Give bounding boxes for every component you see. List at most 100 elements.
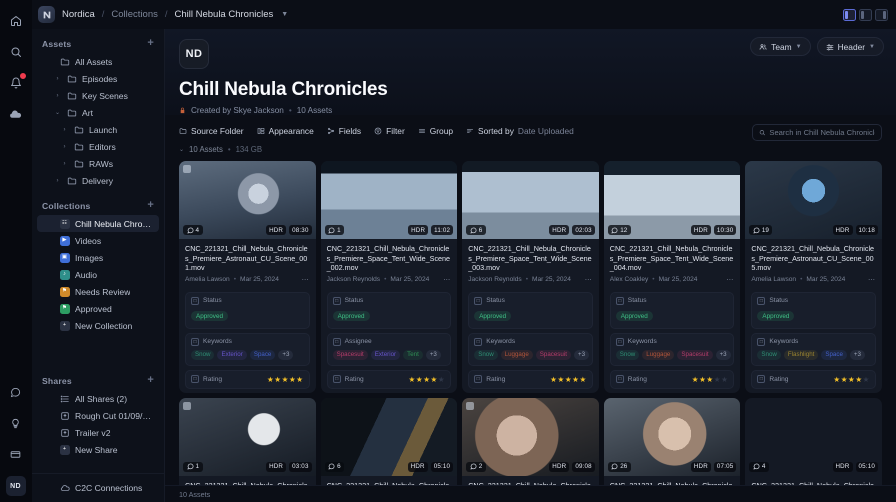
rating-stars[interactable]: ★★★★★ <box>692 375 729 384</box>
sidebar-item-raws[interactable]: › RAWs <box>37 155 159 172</box>
add-asset-button[interactable]: + <box>145 38 156 49</box>
asset-thumbnail[interactable]: 2 HDR 09:08 <box>462 397 599 476</box>
sidebar-item-c2c-connections[interactable]: C2C Connections <box>37 479 159 496</box>
tag-chip[interactable]: Snow <box>757 349 781 360</box>
tag-overflow-chip[interactable]: +3 <box>425 349 441 360</box>
tag-chip[interactable]: Snow <box>191 349 215 360</box>
tag-overflow-chip[interactable]: +3 <box>849 349 865 360</box>
sort-button[interactable]: Sorted by Date Uploaded <box>466 126 574 136</box>
asset-thumbnail[interactable]: 4 HDR 05:10 <box>745 398 882 476</box>
sidebar-item-approved[interactable]: ⚑ Approved <box>37 300 159 317</box>
tag-chip[interactable]: Space <box>821 349 847 360</box>
search-box[interactable] <box>752 124 882 141</box>
header-button[interactable]: Header ▼ <box>816 37 884 56</box>
tag-overflow-chip[interactable]: +3 <box>278 349 294 360</box>
chevron-down-icon[interactable]: ▼ <box>281 11 288 18</box>
add-collection-button[interactable]: + <box>145 200 156 211</box>
asset-card[interactable]: 4 HDR 05:10 CNC_221321_Chill_Nebula_Chronic… <box>745 397 882 485</box>
chevron-icon[interactable]: › <box>54 76 61 82</box>
chevron-icon[interactable]: › <box>61 161 68 167</box>
filter-button[interactable]: Filter <box>374 126 405 136</box>
star-3[interactable]: ★ <box>423 375 430 384</box>
asset-grid-scroll[interactable]: 4 HDR 08:30 CNC_221321_Chill_Nebula_Chronic… <box>165 161 896 485</box>
lightbulb-icon[interactable] <box>3 410 29 436</box>
asset-thumbnail[interactable]: 26 HDR 07:05 <box>603 397 741 476</box>
tag-chip[interactable]: Luggage <box>500 349 533 360</box>
asset-thumbnail[interactable]: 4 HDR 08:30 <box>179 161 316 239</box>
star-4[interactable]: ★ <box>714 375 721 384</box>
star-5[interactable]: ★ <box>863 375 870 384</box>
field-rating[interactable]: □ Rating ★★★★★ <box>609 369 735 389</box>
star-2[interactable]: ★ <box>557 375 564 384</box>
tag-chip[interactable]: Space <box>249 349 276 360</box>
notifications-icon[interactable] <box>3 70 29 96</box>
asset-card[interactable]: 4 HDR 08:30 CNC_221321_Chill_Nebula_Chronic… <box>179 161 316 393</box>
field-status[interactable]: □ Status Approved <box>609 291 735 329</box>
sidebar-item-videos[interactable]: ▶ Videos <box>37 232 159 249</box>
sidebar-item-chill-nebula-chronicles[interactable]: ☷ Chill Nebula Chronicles <box>37 215 159 232</box>
tag-chip[interactable]: Exterior <box>370 349 401 360</box>
sidebar-item-images[interactable]: ▣ Images <box>37 249 159 266</box>
add-share-button[interactable]: + <box>145 375 156 386</box>
field-tags[interactable]: □ Keywords Snow Flashlight Space +3 <box>751 332 876 366</box>
star-1[interactable]: ★ <box>409 375 416 384</box>
asset-card[interactable]: 12 HDR 10:30 CNC_221321_Chill_Nebula_Chroni… <box>603 161 741 393</box>
asset-card[interactable]: 6 HDR 05:10 CNC_221321_Chill_Nebula_Chronic… <box>320 397 458 485</box>
rating-stars[interactable]: ★★★★★ <box>550 375 587 384</box>
tag-chip[interactable]: Spacesuit <box>535 349 571 360</box>
asset-card[interactable]: 19 HDR 10:18 CNC_221321_Chill_Nebula_Chroni… <box>745 161 882 393</box>
billing-card-icon[interactable] <box>3 441 29 467</box>
field-rating[interactable]: □ Rating ★★★★★ <box>326 369 452 389</box>
sidebar-item-audio[interactable]: ♪ Audio <box>37 266 159 283</box>
sidebar-item-launch[interactable]: › Launch <box>37 121 159 138</box>
asset-card[interactable]: 1 HDR 11:02 CNC_221321_Chill_Nebula_Chronic… <box>320 161 458 393</box>
panel-center-toggle[interactable] <box>859 8 872 21</box>
asset-thumbnail[interactable]: 19 HDR 10:18 <box>745 161 882 239</box>
star-1[interactable]: ★ <box>692 375 699 384</box>
tag-chip[interactable]: Flashlight <box>783 349 819 360</box>
avatar[interactable]: ND <box>5 476 26 496</box>
sidebar-item-new-share[interactable]: + New Share <box>37 441 159 458</box>
star-2[interactable]: ★ <box>274 375 281 384</box>
panel-left-toggle[interactable] <box>843 8 856 21</box>
group-button[interactable]: Group <box>418 126 453 136</box>
tag-chip[interactable]: Snow <box>474 349 498 360</box>
asset-more-menu[interactable]: ⋯ <box>726 276 734 284</box>
star-2[interactable]: ★ <box>841 375 848 384</box>
cloud-upload-icon[interactable] <box>3 101 29 127</box>
chevron-icon[interactable]: › <box>61 127 68 133</box>
field-status[interactable]: □ Status Approved <box>326 291 452 329</box>
asset-more-menu[interactable]: ⋯ <box>302 276 310 284</box>
field-rating[interactable]: □ Rating ★★★★★ <box>185 369 310 389</box>
asset-more-menu[interactable]: ⋯ <box>585 276 593 284</box>
tag-chip[interactable]: Luggage <box>642 349 675 360</box>
rating-stars[interactable]: ★★★★★ <box>267 375 304 384</box>
star-5[interactable]: ★ <box>296 375 303 384</box>
breadcrumb-item-current[interactable]: Chill Nebula Chronicles <box>175 9 274 20</box>
asset-more-menu[interactable]: ⋯ <box>868 276 876 284</box>
sidebar-item-key-scenes[interactable]: › Key Scenes <box>37 87 159 104</box>
sidebar-item-all-assets[interactable]: All Assets <box>37 53 159 70</box>
asset-thumbnail[interactable]: 1 HDR 03:03 <box>179 397 316 476</box>
brand-logo-icon[interactable] <box>38 6 55 23</box>
asset-thumbnail[interactable]: 6 HDR 05:10 <box>320 397 458 476</box>
tag-overflow-chip[interactable]: +3 <box>573 349 590 360</box>
asset-card[interactable]: 6 HDR 02:03 CNC_221321_Chill_Nebula_Chronic… <box>462 161 599 393</box>
field-tags[interactable]: □ Keywords Snow Exterior Space +3 <box>185 332 310 366</box>
field-tags[interactable]: □ Keywords Snow Luggage Spacesuit +3 <box>468 332 593 366</box>
tag-chip[interactable]: Tent <box>403 349 423 360</box>
field-rating[interactable]: □ Rating ★★★★★ <box>468 369 593 389</box>
appearance-button[interactable]: Appearance <box>257 126 314 136</box>
tag-chip[interactable]: Snow <box>615 349 640 360</box>
asset-card[interactable]: 26 HDR 07:05 CNC_221321_Chill_Nebula_Chroni… <box>603 397 741 485</box>
field-status[interactable]: □ Status Approved <box>468 291 593 329</box>
source-folder-button[interactable]: Source Folder <box>179 126 244 136</box>
sidebar-item-delivery[interactable]: › Delivery <box>37 172 159 189</box>
select-checkbox[interactable] <box>466 401 475 410</box>
help-chat-icon[interactable] <box>3 379 29 405</box>
asset-thumbnail[interactable]: 12 HDR 10:30 <box>603 161 741 239</box>
star-5[interactable]: ★ <box>721 375 728 384</box>
sidebar-item-trailer-v2[interactable]: Trailer v2 <box>37 424 159 441</box>
sidebar-item-rough-cut-01-09-24[interactable]: Rough Cut 01/09/24 <box>37 407 159 424</box>
sidebar-item-editors[interactable]: › Editors <box>37 138 159 155</box>
